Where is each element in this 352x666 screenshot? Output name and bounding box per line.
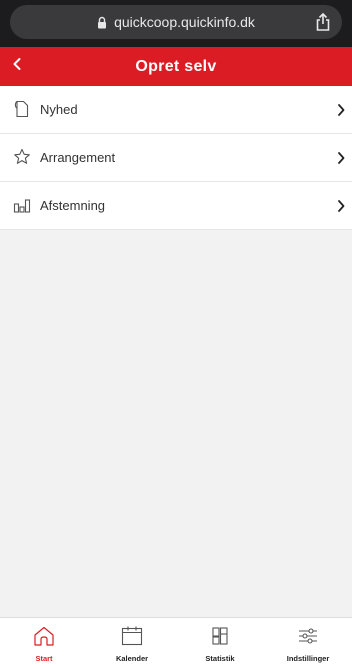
home-icon	[32, 625, 56, 647]
browser-bar: quickcoop.quickinfo.dk	[0, 0, 352, 47]
url-content: quickcoop.quickinfo.dk	[10, 5, 342, 39]
menu-item-afstemning[interactable]: Afstemning	[0, 182, 352, 230]
sliders-icon	[296, 625, 320, 647]
menu-item-label: Nyhed	[40, 102, 78, 117]
page-title: Opret selv	[135, 58, 217, 75]
lock-icon	[97, 16, 107, 29]
tab-label: Statistik	[205, 654, 235, 663]
menu-item-label: Afstemning	[40, 198, 106, 213]
document-icon	[12, 99, 32, 119]
chevron-right-icon	[336, 150, 346, 166]
tab-kalender[interactable]: Kalender	[88, 618, 176, 666]
menu-item-nyhed[interactable]: Nyhed	[0, 86, 352, 134]
tab-indstillinger[interactable]: Indstillinger	[264, 618, 352, 666]
bottom-tab-bar: Start Kalender Statistik Indstillinger	[0, 617, 352, 666]
tab-label: Start	[35, 654, 53, 663]
share-icon[interactable]	[314, 12, 332, 32]
menu-item-arrangement[interactable]: Arrangement	[0, 134, 352, 182]
tab-label: Indstillinger	[286, 654, 330, 663]
tab-label: Kalender	[115, 654, 149, 663]
tab-statistik[interactable]: Statistik	[176, 618, 264, 666]
app-header: Opret selv	[0, 47, 352, 86]
url-text: quickcoop.quickinfo.dk	[114, 14, 255, 30]
tab-start[interactable]: Start	[0, 618, 88, 666]
chevron-right-icon	[336, 102, 346, 118]
calendar-icon	[120, 625, 144, 647]
chevron-right-icon	[336, 198, 346, 214]
menu-item-label: Arrangement	[40, 150, 116, 165]
star-icon	[12, 147, 32, 167]
bar-chart-icon	[12, 195, 32, 215]
url-bar[interactable]: quickcoop.quickinfo.dk	[10, 5, 342, 39]
create-menu-list: Nyhed Arrangement Afstemning	[0, 86, 352, 230]
statistics-icon	[208, 625, 232, 647]
